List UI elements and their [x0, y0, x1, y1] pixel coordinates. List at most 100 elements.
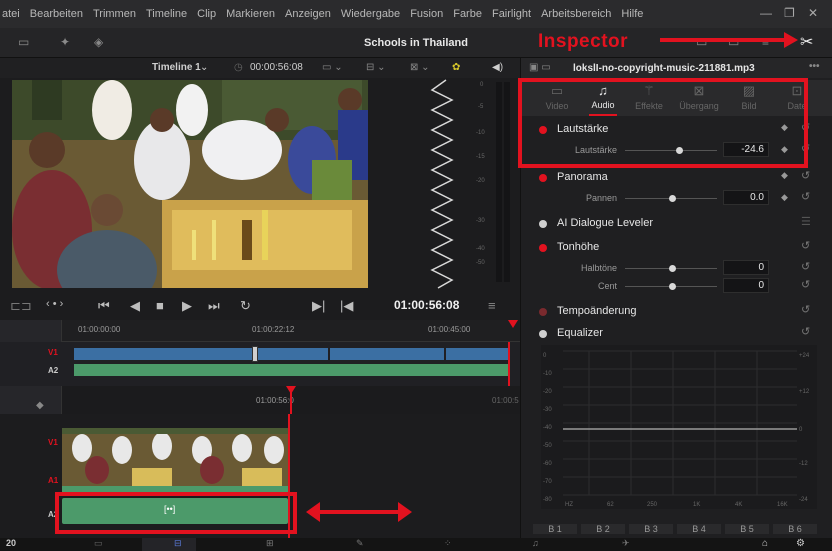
- jump-start-icon[interactable]: ⏮: [98, 298, 110, 314]
- eq-graph[interactable]: 0 -10 -20 -30 -40 -50 -60 -70 -80 +24 +1…: [541, 345, 817, 509]
- diamond-icon[interactable]: ◆: [36, 400, 44, 411]
- inspector-icon[interactable]: ✂: [800, 32, 813, 52]
- reset-icon[interactable]: ↺: [801, 169, 810, 182]
- eq-band-button[interactable]: B 1: [533, 524, 577, 534]
- menu-color[interactable]: Farbe: [453, 8, 482, 20]
- tempo-enable-toggle[interactable]: [539, 308, 547, 316]
- menu-edit[interactable]: Bearbeiten: [30, 8, 83, 20]
- timeline-selector[interactable]: Timeline 1: [152, 62, 201, 73]
- playhead-marker[interactable]: [508, 320, 518, 328]
- minimize-icon[interactable]: —: [760, 6, 772, 20]
- pan-slider-knob[interactable]: [669, 195, 676, 202]
- video-clip-bar[interactable]: [74, 348, 508, 360]
- fairlight-page-icon[interactable]: ⁘: [444, 538, 452, 549]
- deliver-page-icon[interactable]: ♫: [532, 538, 539, 548]
- menu-trim[interactable]: Trimmen: [93, 8, 136, 20]
- pan-enable-toggle[interactable]: [539, 174, 547, 182]
- transform-icon[interactable]: ⊠ ⌄: [410, 62, 430, 73]
- gear-icon[interactable]: ⚙: [796, 538, 805, 549]
- eq-enable-toggle[interactable]: [539, 330, 547, 338]
- in-point-icon[interactable]: ▶|: [312, 298, 325, 314]
- jump-end-icon[interactable]: ⏭: [208, 298, 220, 314]
- menu-file[interactable]: atei: [2, 8, 20, 20]
- eq-band-button[interactable]: B 4: [677, 524, 721, 534]
- eq-title: Equalizer: [557, 327, 603, 339]
- eq-band-button[interactable]: B 5: [725, 524, 769, 534]
- cut-page-tab[interactable]: [142, 538, 196, 551]
- mini-timeline-ruler[interactable]: 01:00:00:00 01:00:22:12 01:00:45:00: [62, 320, 520, 342]
- reset-icon[interactable]: ↺: [801, 239, 810, 252]
- reset-icon[interactable]: ↺: [801, 190, 810, 203]
- loop-icon[interactable]: ↻: [240, 298, 251, 314]
- audio-clip-bar[interactable]: [74, 364, 508, 376]
- video-clip-thumbnail[interactable]: [62, 428, 288, 486]
- mini-timeline[interactable]: V1 A2: [0, 342, 520, 386]
- settings-icon[interactable]: ☰: [801, 215, 811, 228]
- maximize-icon[interactable]: ❐: [784, 6, 795, 20]
- eq-band-button[interactable]: B 2: [581, 524, 625, 534]
- keyframe-icon[interactable]: ◆: [781, 170, 788, 181]
- reset-icon[interactable]: ↺: [801, 303, 810, 316]
- menu-fairlight[interactable]: Fairlight: [492, 8, 531, 20]
- pitch-enable-toggle[interactable]: [539, 244, 547, 252]
- dialogue-enable-toggle[interactable]: [539, 220, 547, 228]
- menu-help[interactable]: Hilfe: [621, 8, 643, 20]
- reverse-icon[interactable]: ◀: [130, 298, 140, 314]
- annotation-arrowhead: [784, 32, 798, 48]
- chevron-down-icon[interactable]: ⌄: [200, 62, 208, 73]
- speaker-icon[interactable]: ◀): [492, 62, 503, 73]
- eq-band-button[interactable]: B 6: [773, 524, 817, 534]
- stop-icon[interactable]: ■: [156, 298, 164, 313]
- semitones-slider-knob[interactable]: [669, 265, 676, 272]
- eq-band-button[interactable]: B 3: [629, 524, 673, 534]
- jog-control-icon[interactable]: ‹ • ›: [46, 298, 63, 310]
- pan-section-header[interactable]: Panorama ◆ ↺: [521, 168, 832, 188]
- menu-workspace[interactable]: Arbeitsbereich: [541, 8, 611, 20]
- fusion-page-icon[interactable]: ⊞: [266, 538, 274, 549]
- svg-text:-10: -10: [543, 371, 552, 377]
- eq-scale-label: 0: [543, 353, 547, 359]
- menu-timeline[interactable]: Timeline: [146, 8, 187, 20]
- clip-view-icon[interactable]: ⊟ ⌄: [366, 62, 386, 73]
- timeline-ruler[interactable]: 01:00:56:0 01:00:5: [62, 386, 520, 414]
- play-icon[interactable]: ▶: [182, 298, 192, 314]
- track-label-v1: V1: [48, 438, 58, 447]
- menu-mark[interactable]: Markieren: [226, 8, 275, 20]
- color-icon[interactable]: ✿: [452, 62, 460, 73]
- dialogue-leveler-header[interactable]: AI Dialogue Leveler ☰: [521, 214, 832, 234]
- more-options-icon[interactable]: •••: [809, 61, 820, 72]
- cent-slider-knob[interactable]: [669, 283, 676, 290]
- mini-playhead[interactable]: [252, 346, 258, 362]
- menu-playback[interactable]: Wiedergabe: [341, 8, 400, 20]
- pitch-section-header[interactable]: Tonhöhe ↺: [521, 238, 832, 258]
- keyframe-icon[interactable]: ◆: [781, 192, 788, 203]
- media-page-icon[interactable]: ▭: [94, 538, 103, 549]
- export-page-icon[interactable]: ✈: [622, 538, 630, 549]
- close-icon[interactable]: ✕: [808, 6, 818, 20]
- eq-section-header[interactable]: Equalizer ↺: [521, 324, 832, 344]
- playhead-line: [508, 342, 510, 386]
- tempo-section-header[interactable]: Tempoänderung ↺: [521, 302, 832, 322]
- pan-value-field[interactable]: 0.0: [723, 190, 769, 205]
- cent-value-field[interactable]: 0: [723, 278, 769, 293]
- clip-toggle-icon[interactable]: ⊏⊐: [10, 298, 32, 314]
- svg-text:+12: +12: [799, 389, 810, 395]
- svg-text:-70: -70: [543, 479, 552, 485]
- arrow-right-head: [398, 502, 412, 522]
- viewer-image[interactable]: [12, 80, 368, 288]
- viewer-menu-icon[interactable]: ≡: [488, 298, 496, 313]
- view-options-icon[interactable]: ▭ ⌄: [322, 62, 343, 73]
- svg-text:-24: -24: [799, 497, 808, 503]
- reset-icon[interactable]: ↺: [801, 260, 810, 273]
- menu-view[interactable]: Anzeigen: [285, 8, 331, 20]
- out-point-icon[interactable]: |◀: [340, 298, 353, 314]
- color-page-icon[interactable]: ✎: [356, 538, 364, 549]
- svg-text:-50: -50: [476, 260, 485, 266]
- home-icon[interactable]: ⌂: [762, 538, 768, 549]
- menu-clip[interactable]: Clip: [197, 8, 216, 20]
- reset-icon[interactable]: ↺: [801, 325, 810, 338]
- reset-icon[interactable]: ↺: [801, 278, 810, 291]
- semitones-value-field[interactable]: 0: [723, 260, 769, 275]
- edit-page-icon[interactable]: ⊟: [174, 538, 182, 549]
- menu-fusion[interactable]: Fusion: [410, 8, 443, 20]
